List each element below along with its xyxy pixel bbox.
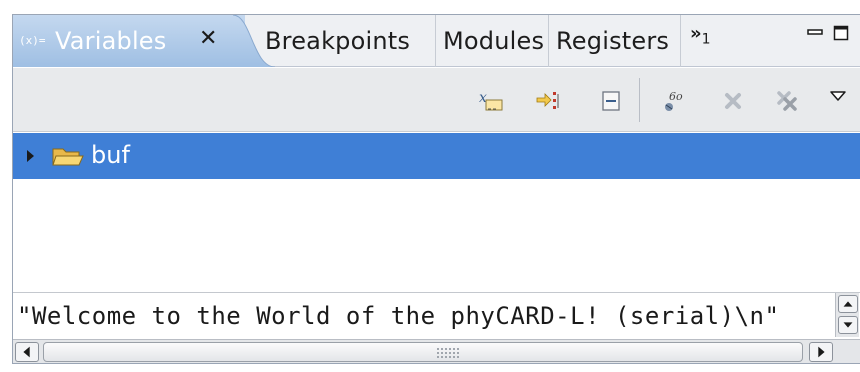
folder-open-icon (52, 148, 84, 166)
tab-divider (680, 15, 681, 67)
variable-value-text[interactable]: "Welcome to the World of the phyCARD-L! … (17, 302, 779, 330)
horizontal-scrollbar[interactable] (13, 339, 860, 363)
variable-name: buf (91, 141, 130, 169)
tab-overflow-button[interactable]: »1 (690, 23, 711, 48)
tab-registers[interactable]: Registers (556, 27, 669, 55)
variables-view: (x)= Variables ✕ Breakpoints Modules Reg… (0, 0, 860, 372)
scroll-left-icon[interactable] (15, 342, 39, 362)
detail-pane[interactable]: "Welcome to the World of the phyCARD-L! … (13, 292, 860, 338)
tab-modules[interactable]: Modules (443, 27, 544, 55)
tree-row-buf[interactable]: buf (13, 133, 860, 179)
add-watch-expression-icon[interactable]: 6o (661, 88, 689, 114)
maximize-icon[interactable] (833, 25, 849, 41)
variables-tree[interactable]: buf (13, 133, 860, 291)
tab-variables-label: Variables (55, 27, 167, 55)
close-icon[interactable]: ✕ (199, 28, 219, 50)
toolbar-separator (639, 78, 640, 122)
tab-bar: (x)= Variables ✕ Breakpoints Modules Reg… (13, 15, 860, 67)
show-logical-structure-icon[interactable] (535, 88, 563, 114)
expand-arrow-icon[interactable] (27, 150, 34, 162)
tab-divider (548, 15, 549, 67)
collapse-all-icon[interactable] (597, 88, 625, 114)
minimize-icon[interactable] (807, 25, 823, 41)
scroll-right-icon[interactable] (809, 342, 833, 362)
view-menu-icon[interactable] (827, 88, 849, 114)
remove-all-icon[interactable] (773, 88, 801, 114)
tab-variables[interactable]: (x)= Variables ✕ (13, 15, 245, 67)
tab-breakpoints[interactable]: Breakpoints (265, 27, 410, 55)
tab-divider (435, 15, 436, 67)
svg-text:6o: 6o (669, 90, 683, 103)
detail-vertical-scrollbar[interactable] (835, 293, 859, 337)
remove-selected-icon[interactable] (719, 88, 747, 114)
view-frame: (x)= Variables ✕ Breakpoints Modules Reg… (12, 14, 860, 364)
variables-icon: (x)= (19, 34, 46, 47)
scroll-up-icon[interactable] (838, 295, 858, 313)
scroll-down-icon[interactable] (838, 316, 858, 334)
show-type-names-icon[interactable]: x (477, 88, 505, 114)
view-toolbar: x 6o (13, 68, 860, 132)
tab-overflow-count: 1 (701, 31, 711, 48)
grip-icon (436, 347, 460, 359)
scrollbar-thumb[interactable] (43, 342, 803, 362)
